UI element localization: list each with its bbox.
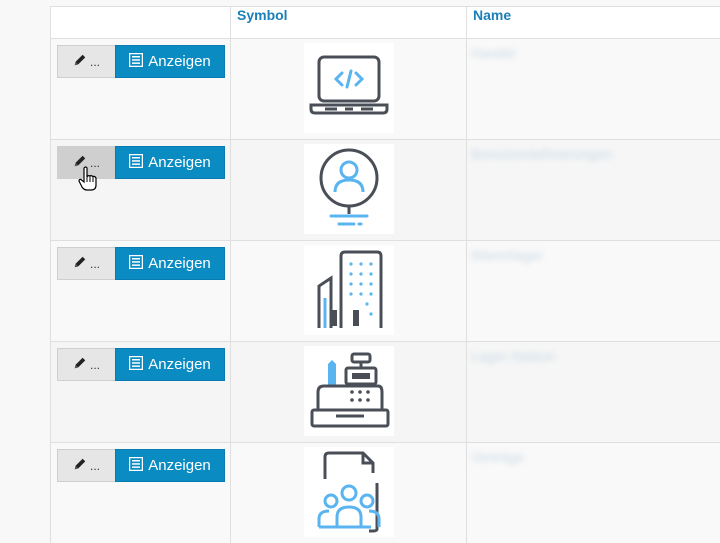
symbol-cell [230,38,467,140]
pencil-icon [73,53,87,70]
row-name[interactable]: Warenlager [471,247,720,263]
list-icon [128,153,144,172]
pencil-icon [73,356,87,373]
team-document-icon [303,447,394,537]
show-button[interactable]: Anzeigen [115,348,225,381]
actions-cell: ... Anzeigen [50,442,231,543]
show-button[interactable]: Anzeigen [115,449,225,482]
table-row: ... Anzeigen [50,240,720,342]
row-name[interactable]: Lager-Station [471,348,720,364]
edit-button[interactable]: ... [57,348,115,381]
pencil-icon [73,457,87,474]
pencil-icon [73,154,87,171]
show-button[interactable]: Anzeigen [115,45,225,78]
edit-button-label: ... [89,54,100,69]
edit-button[interactable]: ... [57,247,115,280]
header-name[interactable]: Name [466,6,720,39]
actions-cell: ... Anzeigen [50,38,231,140]
show-button-label: Anzeigen [148,154,211,171]
table-row: ... Anzeigen [50,38,720,140]
name-cell: Benutzerdefinierungen [466,139,720,241]
name-cell: Lager-Station [466,341,720,443]
list-icon [128,254,144,273]
list-icon [128,355,144,374]
table-row: ... Anzeigen [50,442,720,543]
show-button-label: Anzeigen [148,457,211,474]
symbol-cell [230,139,467,241]
user-profile-icon [303,144,394,234]
list-icon [128,456,144,475]
table-row: ... Anzeigen [50,341,720,443]
name-cell: Handel [466,38,720,140]
show-button-label: Anzeigen [148,53,211,70]
edit-button[interactable]: ... [57,146,115,179]
symbol-cell [230,442,467,543]
symbol-cell [230,240,467,342]
symbols-table: Symbol Name ... Anzeigen Handel ... Anze… [50,6,720,543]
list-icon [128,52,144,71]
name-cell: Warenlager [466,240,720,342]
pencil-icon [73,255,87,272]
show-button[interactable]: Anzeigen [115,247,225,280]
edit-button-label: ... [89,155,100,170]
edit-button-label: ... [89,458,100,473]
row-name[interactable]: Benutzerdefinierungen [471,146,720,162]
office-buildings-icon [303,245,394,335]
header-actions [50,6,231,39]
actions-cell: ... Anzeigen [50,240,231,342]
table-header-row: Symbol Name [50,6,720,39]
laptop-code-icon [303,43,394,133]
row-name[interactable]: Handel [471,45,720,61]
actions-cell: ... Anzeigen [50,341,231,443]
cash-register-icon [303,346,394,436]
row-name[interactable]: Verträge [471,449,720,465]
actions-cell: ... Anzeigen [50,139,231,241]
edit-button[interactable]: ... [57,45,115,78]
edit-button-label: ... [89,357,100,372]
table-row: ... Anzeigen [50,139,720,241]
show-button-label: Anzeigen [148,356,211,373]
symbol-cell [230,341,467,443]
name-cell: Verträge [466,442,720,543]
symbols-table-container: Symbol Name ... Anzeigen Handel ... Anze… [50,6,720,543]
edit-button[interactable]: ... [57,449,115,482]
show-button[interactable]: Anzeigen [115,146,225,179]
header-symbol[interactable]: Symbol [230,6,467,39]
show-button-label: Anzeigen [148,255,211,272]
edit-button-label: ... [89,256,100,271]
